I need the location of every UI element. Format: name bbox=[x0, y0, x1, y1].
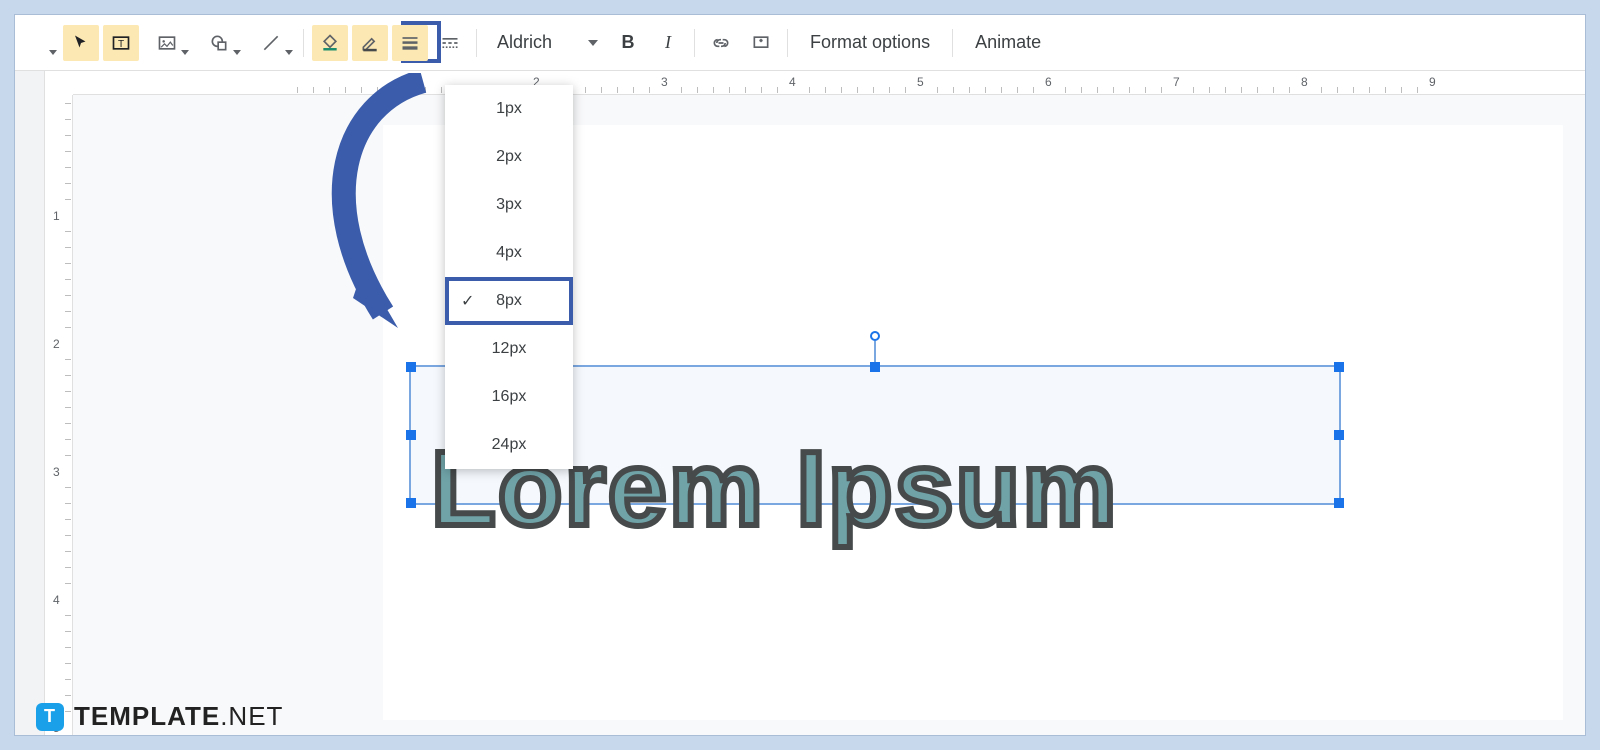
shape-icon bbox=[209, 33, 229, 53]
line-icon bbox=[261, 33, 281, 53]
border-weight-dropdown: 1px 2px 3px 4px ✓ 8px 12px 16px 24px bbox=[445, 85, 573, 469]
font-name-label: Aldrich bbox=[497, 32, 552, 53]
option-label: 1px bbox=[496, 100, 522, 118]
textbox-icon: T bbox=[111, 33, 131, 53]
watermark: T TEMPLATE.NET bbox=[36, 701, 283, 732]
resize-handle-ne[interactable] bbox=[1334, 362, 1344, 372]
format-options-button[interactable]: Format options bbox=[796, 25, 944, 61]
textbox-tool[interactable]: T bbox=[103, 25, 139, 61]
animate-button[interactable]: Animate bbox=[961, 25, 1055, 61]
svg-text:T: T bbox=[118, 39, 124, 50]
resize-handle-nw[interactable] bbox=[406, 362, 416, 372]
toolbar-separator bbox=[476, 29, 477, 57]
check-icon: ✓ bbox=[461, 291, 474, 311]
italic-button[interactable]: I bbox=[650, 25, 686, 61]
toolbar-separator bbox=[694, 29, 695, 57]
option-label: 12px bbox=[492, 340, 527, 358]
border-weight-option-2px[interactable]: 2px bbox=[445, 133, 573, 181]
border-weight-icon bbox=[400, 33, 420, 53]
resize-handle-se[interactable] bbox=[1334, 498, 1344, 508]
font-family-select[interactable]: Aldrich bbox=[485, 25, 606, 61]
app-frame: T Aldrich bbox=[14, 14, 1586, 736]
bold-button[interactable]: B bbox=[610, 25, 646, 61]
border-weight-button[interactable] bbox=[392, 25, 428, 61]
logo-letter: T bbox=[44, 706, 56, 727]
border-dash-button[interactable] bbox=[432, 25, 468, 61]
watermark-logo: T bbox=[36, 703, 64, 731]
border-weight-option-3px[interactable]: 3px bbox=[445, 181, 573, 229]
option-label: 2px bbox=[496, 148, 522, 166]
cursor-icon bbox=[72, 34, 90, 52]
option-label: 24px bbox=[492, 436, 527, 454]
border-weight-option-24px[interactable]: 24px bbox=[445, 421, 573, 469]
select-tool[interactable] bbox=[63, 25, 99, 61]
toolbar-separator bbox=[303, 29, 304, 57]
option-label: 3px bbox=[496, 196, 522, 214]
image-tool[interactable] bbox=[143, 25, 191, 61]
slide-gutter bbox=[15, 71, 45, 735]
border-color-button[interactable] bbox=[352, 25, 388, 61]
image-icon bbox=[157, 33, 177, 53]
border-weight-option-12px[interactable]: 12px bbox=[445, 325, 573, 373]
toolbar-separator bbox=[952, 29, 953, 57]
watermark-text: TEMPLATE.NET bbox=[74, 701, 283, 732]
chevron-down-icon bbox=[588, 40, 598, 46]
border-weight-option-16px[interactable]: 16px bbox=[445, 373, 573, 421]
line-tool[interactable] bbox=[247, 25, 295, 61]
fill-color-button[interactable] bbox=[312, 25, 348, 61]
border-weight-option-1px[interactable]: 1px bbox=[445, 85, 573, 133]
more-tools-dropdown[interactable] bbox=[23, 25, 59, 61]
option-label: 16px bbox=[492, 388, 527, 406]
vertical-ruler: 12345 bbox=[45, 95, 73, 735]
shape-tool[interactable] bbox=[195, 25, 243, 61]
insert-comment-button[interactable] bbox=[743, 25, 779, 61]
border-weight-option-8px[interactable]: ✓ 8px bbox=[445, 277, 573, 325]
option-label: 4px bbox=[496, 244, 522, 262]
link-icon bbox=[711, 33, 731, 53]
insert-link-button[interactable] bbox=[703, 25, 739, 61]
pencil-icon bbox=[360, 33, 380, 53]
border-weight-option-4px[interactable]: 4px bbox=[445, 229, 573, 277]
resize-handle-e[interactable] bbox=[1334, 430, 1344, 440]
toolbar: T Aldrich bbox=[15, 15, 1585, 71]
option-label: 8px bbox=[496, 292, 522, 310]
rotation-handle[interactable] bbox=[870, 331, 880, 341]
resize-handle-w[interactable] bbox=[406, 430, 416, 440]
comment-icon bbox=[751, 33, 771, 53]
resize-handle-sw[interactable] bbox=[406, 498, 416, 508]
resize-handle-n[interactable] bbox=[870, 362, 880, 372]
border-dash-icon bbox=[440, 33, 460, 53]
toolbar-separator bbox=[787, 29, 788, 57]
paint-bucket-icon bbox=[320, 33, 340, 53]
